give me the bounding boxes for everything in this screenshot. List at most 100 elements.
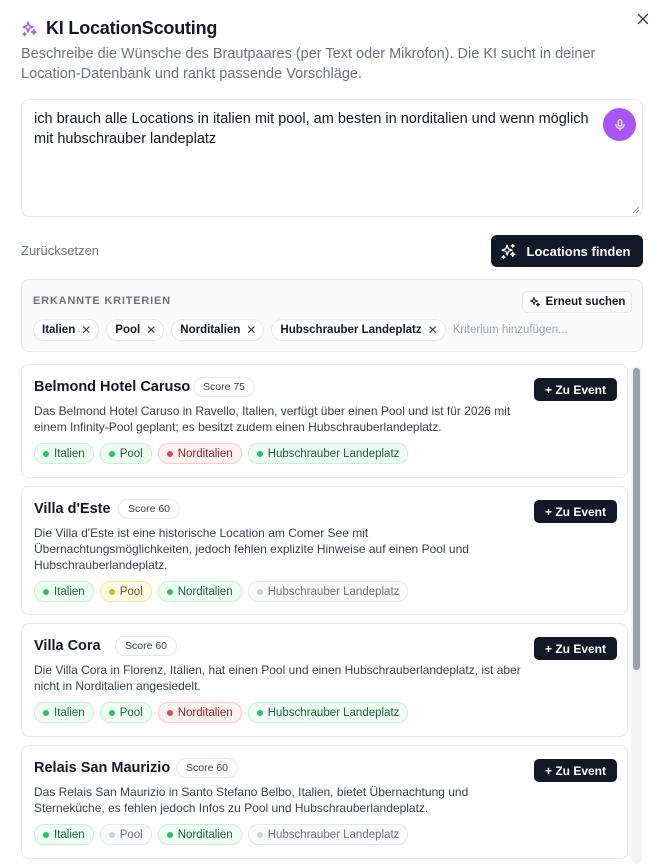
criteria-tag: Norditalien [157,581,242,602]
location-name: Villa d'Este [34,501,111,517]
find-locations-label: Locations finden [526,243,631,259]
add-to-event-button[interactable]: + Zu Event [534,759,617,782]
scrollbar-thumb[interactable] [633,368,640,670]
location-name: Villa Cora [34,638,101,654]
remove-chip-icon[interactable]: ✕ [81,324,91,336]
prompt-textarea[interactable]: ich brauch alle Locations in italien mit… [21,99,643,217]
criteria-tag: Pool [99,443,152,464]
criteria-tag: Pool [99,702,152,723]
criteria-tag: Hubschrauber Landeplatz [247,824,409,845]
resize-handle-icon[interactable] [632,206,640,214]
criteria-panel: ERKANNTE KRITERIEN Erneut suchen Italien… [21,279,643,352]
criteria-tag: Norditalien [157,443,242,464]
tag-label: Norditalien [177,447,233,460]
criteria-tag: Italien [34,581,94,602]
criteria-tag: Italien [34,443,94,464]
criteria-tags: Italien Pool Norditalien Hubschrauber La… [34,824,409,845]
retry-search-label: Erneut suchen [545,296,626,308]
tag-label: Hubschrauber Landeplatz [267,447,400,460]
score-badge: Score 60 [118,499,181,519]
score-badge: Score 60 [176,758,239,778]
reset-button[interactable]: Zurücksetzen [21,243,99,258]
status-dot [166,709,173,716]
location-description: Die Villa Cora in Florenz, Italien, hat … [34,663,521,693]
status-dot [166,450,173,457]
score-badge: Score 60 [115,636,178,656]
location-description: Die Villa d'Este ist eine historische Lo… [34,526,469,572]
dialog-subtitle: Beschreibe die Wünsche des Brautpaares (… [21,46,596,82]
criteria-chip: Norditalien ✕ [171,319,265,341]
criteria-tag: Hubschrauber Landeplatz [247,702,409,723]
results-scrollbar[interactable] [631,366,642,864]
tag-label: Pool [119,447,143,460]
close-icon[interactable] [634,10,652,28]
criteria-chip: Hubschrauber Landeplatz ✕ [271,319,446,341]
add-criterion-input[interactable] [452,324,593,336]
criteria-title: ERKANNTE KRITERIEN [33,295,171,307]
criteria-tags: Italien Pool Norditalien Hubschrauber La… [34,443,409,464]
tag-label: Pool [119,585,143,598]
sparkles-icon [500,243,516,259]
dialog-header: KI LocationScouting Beschreibe die Wünsc… [21,16,641,84]
sparkles-icon [529,297,540,307]
tag-label: Norditalien [177,828,233,841]
microphone-button[interactable] [603,108,636,141]
tag-label: Pool [119,828,143,841]
remove-chip-icon[interactable]: ✕ [246,324,256,336]
tag-label: Italien [54,828,85,841]
tag-label: Italien [54,585,85,598]
tag-label: Hubschrauber Landeplatz [267,585,400,598]
status-dot [166,831,173,838]
chip-label: Italien [42,324,76,336]
criteria-tag: Norditalien [157,702,242,723]
location-name: Belmond Hotel Caruso [34,379,191,395]
criteria-chips: Italien ✕ Pool ✕ Norditalien ✕ Hubschrau… [33,319,593,341]
status-dot [256,831,263,838]
criteria-tags: Italien Pool Norditalien Hubschrauber La… [34,702,409,723]
tag-label: Hubschrauber Landeplatz [267,706,400,719]
status-dot [108,588,115,595]
retry-search-button[interactable]: Erneut suchen [522,291,632,313]
criteria-tag: Pool [99,581,152,602]
results-list: Belmond Hotel Caruso Score 75 + Zu Event… [21,364,628,864]
status-dot [43,831,49,838]
add-to-event-button[interactable]: + Zu Event [534,378,617,401]
result-card: Belmond Hotel Caruso Score 75 + Zu Event… [21,364,628,478]
tag-label: Hubschrauber Landeplatz [267,828,400,841]
result-card: Villa Cora Score 60 + Zu Event Die Villa… [21,623,628,737]
tag-label: Italien [54,706,85,719]
add-to-event-button[interactable]: + Zu Event [534,637,617,660]
microphone-icon [614,118,625,131]
remove-chip-icon[interactable]: ✕ [428,324,438,336]
prompt-text[interactable]: ich brauch alle Locations in italien mit… [34,109,604,149]
dialog-title: KI LocationScouting [46,17,218,38]
criteria-chip: Italien ✕ [33,319,100,341]
location-description: Das Relais San Maurizio in Santo Stefano… [34,785,469,815]
status-dot [108,450,115,457]
status-dot [43,450,49,457]
score-badge: Score 75 [193,377,256,397]
status-dot [108,709,115,716]
title-row: KI LocationScouting [21,16,641,40]
remove-chip-icon[interactable]: ✕ [146,324,156,336]
status-dot [256,588,263,595]
tag-label: Norditalien [177,585,233,598]
status-dot [256,450,263,457]
chip-label: Norditalien [180,324,241,336]
result-card: Villa d'Este Score 60 + Zu Event Die Vil… [21,486,628,615]
status-dot [166,588,173,595]
tag-label: Norditalien [177,706,233,719]
criteria-tag: Hubschrauber Landeplatz [247,443,409,464]
sparkles-icon [22,20,37,36]
result-card: Relais San Maurizio Score 60 + Zu Event … [21,745,628,859]
criteria-tag: Pool [99,824,152,845]
criteria-tag: Norditalien [157,824,242,845]
criteria-chip: Pool ✕ [106,319,165,341]
criteria-tag: Hubschrauber Landeplatz [247,581,409,602]
tag-label: Italien [54,447,85,460]
add-to-event-button[interactable]: + Zu Event [534,500,617,523]
chip-label: Pool [115,324,141,336]
status-dot [43,709,49,716]
find-locations-button[interactable]: Locations finden [491,235,643,267]
location-description: Das Belmond Hotel Caruso in Ravello, Ita… [34,404,511,434]
